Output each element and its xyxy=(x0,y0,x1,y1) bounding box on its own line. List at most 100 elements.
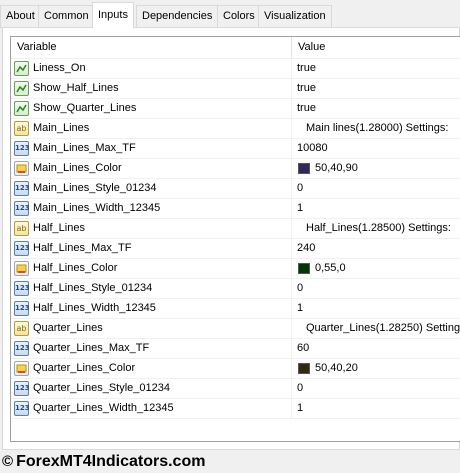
header-separator[interactable] xyxy=(291,37,292,59)
variable-name: Half_Lines_Color xyxy=(33,262,118,274)
table-row[interactable]: Half_Lines_Color 0,55,0 xyxy=(11,259,460,279)
int-icon: 123 xyxy=(14,141,30,156)
variable-value[interactable]: 240 xyxy=(297,242,315,254)
column-divider xyxy=(291,399,292,419)
table-row[interactable]: Quarter_Lines_Color 50,40,20 xyxy=(11,359,460,379)
variable-value[interactable]: 0 xyxy=(297,282,303,294)
table-row[interactable]: Main_Lines_Color 50,40,90 xyxy=(11,159,460,179)
int-glyph: 123 xyxy=(15,284,30,292)
variable-name: Quarter_Lines xyxy=(33,322,103,334)
variable-value[interactable]: 10080 xyxy=(297,142,328,154)
watermark: © ForexMT4Indicators.com xyxy=(2,451,205,473)
color-icon xyxy=(14,161,29,176)
variable-name: Half_Lines xyxy=(33,222,85,234)
column-divider xyxy=(291,379,292,399)
variable-value[interactable]: 0,55,0 xyxy=(315,262,346,274)
color-swatch[interactable] xyxy=(298,163,310,174)
variable-value[interactable]: true xyxy=(297,62,316,74)
tab-dependencies[interactable]: Dependencies xyxy=(136,5,219,27)
variable-value[interactable]: true xyxy=(297,82,316,94)
column-divider xyxy=(291,259,292,279)
variable-value[interactable]: 0 xyxy=(297,382,303,394)
int-glyph: 123 xyxy=(15,384,30,392)
tab-about[interactable]: About xyxy=(0,5,41,27)
variable-value[interactable]: 1 xyxy=(297,202,303,214)
tab-colors[interactable]: Colors xyxy=(217,5,261,27)
inputs-panel: Variable Value Liness_On true Show_Half_Li… xyxy=(2,28,460,450)
variable-value[interactable]: 50,40,20 xyxy=(315,362,358,374)
watermark-text: ForexMT4Indicators.com xyxy=(16,453,206,470)
variable-name: Main_Lines_Style_01234 xyxy=(33,182,157,194)
variable-name: Half_Lines_Max_TF xyxy=(33,242,132,254)
table-row[interactable]: 123 Main_Lines_Width_12345 1 xyxy=(11,199,460,219)
table-row[interactable]: 123 Half_Lines_Width_12345 1 xyxy=(11,299,460,319)
int-glyph: 123 xyxy=(15,144,30,152)
table-row[interactable]: 123 Quarter_Lines_Width_12345 1 xyxy=(11,399,460,419)
tab-inputs[interactable]: Inputs xyxy=(92,2,134,28)
color-swatch[interactable] xyxy=(298,263,310,274)
variable-name: Main_Lines_Max_TF xyxy=(33,142,136,154)
variable-value[interactable]: Half_Lines(1.28500) Settings: xyxy=(306,222,451,234)
column-divider xyxy=(291,159,292,179)
int-glyph: 123 xyxy=(15,244,30,252)
column-divider xyxy=(291,179,292,199)
column-divider xyxy=(291,319,292,339)
variable-name: Quarter_Lines_Width_12345 xyxy=(33,402,174,414)
column-divider xyxy=(291,239,292,259)
table-row[interactable]: 123 Main_Lines_Style_01234 0 xyxy=(11,179,460,199)
text-glyph: ab xyxy=(16,124,27,133)
column-divider xyxy=(291,79,292,99)
int-glyph: 123 xyxy=(15,184,30,192)
table-row[interactable]: 123 Quarter_Lines_Style_01234 0 xyxy=(11,379,460,399)
color-swatch[interactable] xyxy=(298,363,310,374)
variable-name: Main_Lines xyxy=(33,122,90,134)
color-icon xyxy=(14,361,29,376)
variable-value[interactable]: Main lines(1.28000) Settings: xyxy=(306,122,448,134)
int-icon: 123 xyxy=(14,281,30,296)
table-row[interactable]: 123 Quarter_Lines_Max_TF 60 xyxy=(11,339,460,359)
variable-value[interactable]: 60 xyxy=(297,342,309,354)
tab-visualization[interactable]: Visualization xyxy=(258,5,332,27)
column-divider xyxy=(291,219,292,239)
table-row[interactable]: ab Main_Lines Main lines(1.28000) Settings… xyxy=(11,119,460,139)
table-row[interactable]: ab Half_Lines Half_Lines(1.28500) Settings… xyxy=(11,219,460,239)
color-icon xyxy=(14,261,29,276)
variable-name: Main_Lines_Color xyxy=(33,162,122,174)
table-row[interactable]: 123 Half_Lines_Max_TF 240 xyxy=(11,239,460,259)
text-glyph: ab xyxy=(16,224,27,233)
table-row[interactable]: Liness_On true xyxy=(11,59,460,79)
bool-icon xyxy=(14,61,29,76)
table-row[interactable]: 123 Main_Lines_Max_TF 10080 xyxy=(11,139,460,159)
header-variable[interactable]: Variable xyxy=(17,41,57,53)
tab-common[interactable]: Common xyxy=(38,5,95,27)
column-divider xyxy=(291,199,292,219)
variable-value[interactable]: 1 xyxy=(297,302,303,314)
table-row[interactable]: ab Quarter_Lines Quarter_Lines(1.28250) Se… xyxy=(11,319,460,339)
column-divider xyxy=(291,339,292,359)
int-glyph: 123 xyxy=(15,204,30,212)
variable-name: Quarter_Lines_Max_TF xyxy=(33,342,150,354)
table-row[interactable]: Show_Half_Lines true xyxy=(11,79,460,99)
table-row[interactable]: Show_Quarter_Lines true xyxy=(11,99,460,119)
variable-name: Main_Lines_Width_12345 xyxy=(33,202,161,214)
header-value[interactable]: Value xyxy=(298,41,325,53)
variable-value[interactable]: 0 xyxy=(297,182,303,194)
text-icon: ab xyxy=(14,321,29,336)
copyright-symbol: © xyxy=(2,453,14,470)
column-divider xyxy=(291,139,292,159)
text-glyph: ab xyxy=(16,324,27,333)
int-icon: 123 xyxy=(14,401,30,416)
inputs-grid: Variable Value Liness_On true Show_Half_Li… xyxy=(10,36,460,442)
bool-icon xyxy=(14,101,29,116)
variable-value[interactable]: true xyxy=(297,102,316,114)
table-row[interactable]: 123 Half_Lines_Style_01234 0 xyxy=(11,279,460,299)
variable-value[interactable]: 1 xyxy=(297,402,303,414)
bool-icon xyxy=(14,81,29,96)
column-divider xyxy=(291,279,292,299)
int-icon: 123 xyxy=(14,181,30,196)
variable-value[interactable]: Quarter_Lines(1.28250) Settings: xyxy=(306,322,460,334)
variable-value[interactable]: 50,40,90 xyxy=(315,162,358,174)
int-icon: 123 xyxy=(14,241,30,256)
column-divider xyxy=(291,99,292,119)
int-icon: 123 xyxy=(14,341,30,356)
